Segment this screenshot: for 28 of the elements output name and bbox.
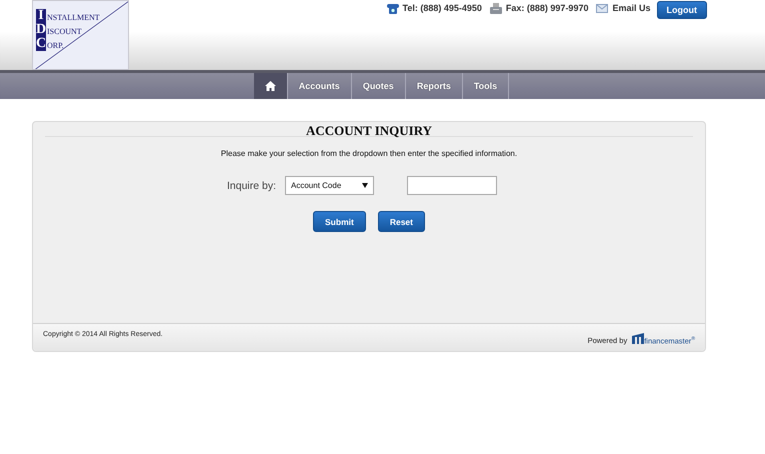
home-icon bbox=[264, 81, 276, 91]
logo-initial: D bbox=[36, 23, 46, 37]
nav-tab[interactable]: Tools bbox=[462, 73, 510, 99]
inquire-by-dropdown[interactable]: Account Code bbox=[285, 176, 374, 195]
email-link[interactable]: Email Us bbox=[612, 3, 650, 13]
dropdown-caret-icon bbox=[362, 183, 368, 188]
envelope-icon bbox=[596, 2, 608, 14]
reset-button[interactable]: Reset bbox=[378, 211, 425, 232]
phone-number: Tel: (888) 495-4950 bbox=[402, 3, 482, 13]
inquire-by-label: Inquire by: bbox=[226, 180, 276, 192]
logo-text: NSTALLMENT bbox=[47, 13, 100, 23]
panel-title: ACCOUNT INQUIRY bbox=[45, 122, 693, 137]
brand-logo-icon bbox=[632, 332, 644, 344]
fax-number: Fax: (888) 997-9970 bbox=[506, 3, 588, 13]
logo-initial: I bbox=[36, 9, 46, 23]
instructions-text: Please make your selection from the dropdown then enter the specified information. bbox=[220, 149, 518, 158]
logo-initial: C bbox=[36, 37, 46, 51]
nav-tab[interactable]: Reports bbox=[406, 73, 463, 99]
logout-button[interactable]: Logout bbox=[656, 1, 707, 19]
logo-text: ISCOUNT bbox=[47, 27, 82, 37]
input-field[interactable] bbox=[407, 176, 498, 195]
nav-tab[interactable]: Quotes bbox=[352, 73, 406, 99]
nav-tab[interactable]: Accounts bbox=[288, 73, 352, 99]
submit-button[interactable]: Submit bbox=[313, 211, 366, 232]
phone-icon bbox=[386, 2, 399, 14]
fax-icon bbox=[490, 2, 502, 14]
home-tab[interactable] bbox=[254, 73, 288, 99]
logo-text: ORP. bbox=[47, 41, 64, 51]
